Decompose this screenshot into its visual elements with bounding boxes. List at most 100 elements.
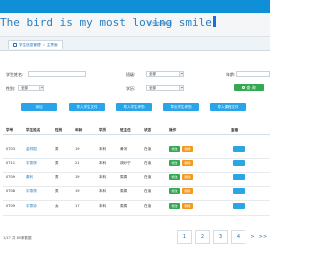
column-header: 学生姓名 [26,128,41,132]
chevron-down-icon [179,86,183,90]
tab-strip: 学生信息管理 » 主界面 [0,37,270,51]
cell-name[interactable]: 宇泰祺 [26,161,37,166]
cell-age: 19 [75,147,80,151]
cell-age: 17 [75,204,80,208]
column-header: 学号 [6,128,14,132]
cell-edu: 本科 [99,161,107,165]
row-divider [3,172,270,173]
tab-item-label[interactable]: 主界面 [47,43,58,48]
banner-tail: 学生信息系统 [148,21,172,26]
cell-age: 19 [75,189,80,193]
tab-separator: » [42,43,45,47]
pagination-info: 1/17 共 85条数据 [3,236,32,240]
cell-name[interactable]: 秦利 [26,175,33,180]
cell-edu: 本科 [99,175,107,179]
view-button[interactable] [233,203,245,209]
banner-title: The bird is my most loving smile [0,16,216,29]
page-button-2[interactable]: 2 [195,230,210,244]
column-header: 性别 [55,128,63,132]
view-button[interactable] [233,146,245,152]
column-header: 状态 [144,128,152,132]
delete-button[interactable]: 删除 [182,160,193,166]
row-divider [3,200,270,201]
column-header: 班主任 [120,128,131,132]
cell-gender: 男 [55,161,59,165]
cell-status: 在读 [144,161,152,165]
row-divider [3,215,270,216]
chevron-down-icon [179,72,183,76]
edit-button[interactable]: 修改 [169,174,180,180]
cell-gender: 男 [55,147,59,151]
delete-button[interactable]: 删除 [182,146,193,152]
cell-status: 在读 [144,175,152,179]
age-label: 年龄: [226,72,236,77]
cell-id: 0T11 [6,161,16,165]
import-course-button[interactable]: 导入课程文件 [210,103,246,111]
cell-name[interactable]: 宇泰祺 [26,189,37,194]
view-button[interactable] [233,174,245,180]
cell-teacher: 胡炒宁 [120,161,131,165]
import-attendance-button[interactable]: 导入学生考勤 [116,103,152,111]
cell-id: 0T09 [6,175,16,179]
cell-gender: 男 [55,175,59,179]
edit-button[interactable]: 修改 [169,160,180,166]
cell-id: 0T08 [6,189,16,193]
gender-select-value: 全部 [21,86,28,90]
delete-button[interactable]: 删除 [182,203,193,209]
cell-status: 在读 [144,147,152,151]
page-button-1[interactable]: 1 [177,230,192,244]
tab-item-label[interactable]: 学生信息管理 [19,43,41,48]
banner-title-text: The bird is my most loving smile [0,16,212,29]
college-select[interactable]: 全部 [146,85,184,91]
gender-label: 性别: [6,86,16,91]
cell-gender: 女 [55,204,59,208]
text-cursor [212,16,216,27]
last-page-button[interactable]: >> [256,230,270,244]
cell-age: 21 [75,161,80,165]
column-header: 学历 [99,128,107,132]
tab-breadcrumb[interactable]: 学生信息管理 » 主界面 [8,40,63,49]
cell-status: 在读 [144,204,152,208]
cell-teacher: 周周 [120,189,128,193]
cell-name[interactable]: 金祥国 [26,147,37,152]
edit-button[interactable]: 修改 [169,146,180,152]
view-button[interactable] [233,188,245,194]
chevron-down-icon [39,86,43,90]
cell-teacher: 周周 [120,175,128,179]
gender-select[interactable]: 全部 [18,85,44,91]
age-input[interactable] [236,71,270,77]
cell-id: 0T09 [6,204,16,208]
delete-button[interactable]: 删除 [182,188,193,194]
row-divider [3,186,270,187]
view-button[interactable] [233,160,245,166]
home-icon [13,43,17,47]
cell-age: 19 [75,175,80,179]
column-header: 操作 [169,128,177,132]
cell-edu: 本科 [99,204,107,208]
search-button-label: 查 询 [246,84,256,90]
name-label: 学生姓名: [6,72,24,77]
cell-edu: 本科 [99,147,107,151]
cell-name[interactable]: 宇泰钟 [26,204,37,209]
cell-id: 0T03 [6,147,16,151]
search-icon [242,86,246,89]
column-header: 查看 [231,128,239,132]
page-button-4[interactable]: 4 [231,230,246,244]
grade-select[interactable]: 全部 [146,71,184,77]
cell-teacher: 周周 [120,204,128,208]
edit-button[interactable]: 修改 [169,188,180,194]
export-attendance-button[interactable]: 导出学生考勤 [163,103,199,111]
table-header-divider [3,134,270,135]
name-input[interactable] [28,71,86,77]
grade-label: 班级: [126,72,136,77]
row-divider [3,158,270,159]
import-student-button[interactable]: 导入学生文件 [69,103,105,111]
page-button-3[interactable]: 3 [213,230,228,244]
cell-edu: 本科 [99,189,107,193]
grade-select-value: 全部 [149,72,156,76]
add-button[interactable]: 添加 [21,103,57,111]
college-label: 学历: [126,86,136,91]
search-button[interactable]: 查 询 [234,84,264,91]
edit-button[interactable]: 修改 [169,203,180,209]
delete-button[interactable]: 删除 [182,174,193,180]
